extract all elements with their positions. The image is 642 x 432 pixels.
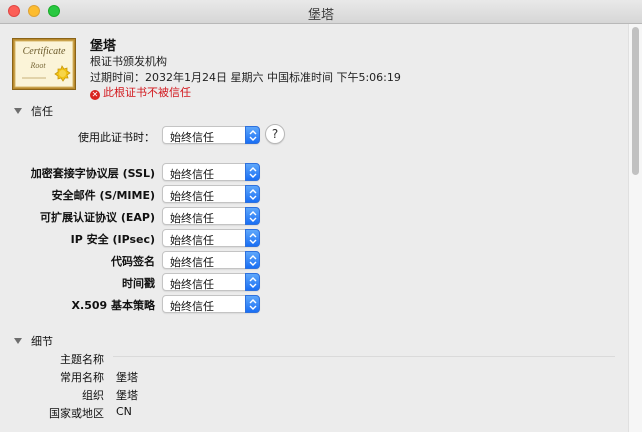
updown-chevron-icon xyxy=(245,207,260,225)
detail-value-common-name: 堡塔 xyxy=(116,371,138,384)
policy-label-timestamp: 时间戳 xyxy=(122,277,155,290)
updown-chevron-icon xyxy=(245,273,260,291)
policy-label-smime: 安全邮件 (S/MIME) xyxy=(51,189,155,202)
use-certificate-popup[interactable]: 始终信任 xyxy=(162,126,260,144)
policy-popup-code-signing[interactable]: 始终信任 xyxy=(162,251,260,269)
certificate-icon-subtitle: Root xyxy=(29,61,46,70)
popup-value: 始终信任 xyxy=(170,212,214,225)
detail-label-country: 国家或地区 xyxy=(49,407,104,420)
details-section-title: 细节 xyxy=(31,335,53,348)
policy-popup-ssl[interactable]: 始终信任 xyxy=(162,163,260,181)
trust-section-toggle[interactable]: 信任 xyxy=(14,103,53,119)
popup-value: 始终信任 xyxy=(170,168,214,181)
certificate-name: 堡塔 xyxy=(90,39,117,54)
detail-label-organization: 组织 xyxy=(82,389,104,402)
scrollbar-thumb[interactable] xyxy=(632,27,639,175)
popup-value: 始终信任 xyxy=(170,131,214,144)
use-certificate-label: 使用此证书时： xyxy=(78,131,155,144)
x-circle-icon: ✕ xyxy=(90,90,100,100)
policy-label-eap: 可扩展认证协议 (EAP) xyxy=(40,211,155,224)
untrusted-warning: ✕ 此根证书不被信任 xyxy=(90,84,191,100)
policy-label-ipsec: IP 安全 (IPsec) xyxy=(70,233,155,246)
updown-chevron-icon xyxy=(245,229,260,247)
policy-label-code-signing: 代码签名 xyxy=(111,255,155,268)
updown-chevron-icon xyxy=(245,163,260,181)
certificate-content: Certificate Root 堡塔 根证书颁发机构 过期时间：2032年1月… xyxy=(0,24,628,432)
vertical-scrollbar[interactable] xyxy=(628,24,642,432)
disclosure-triangle-icon[interactable] xyxy=(14,108,22,114)
policy-popup-eap[interactable]: 始终信任 xyxy=(162,207,260,225)
policy-label-x509: X.509 基本策略 xyxy=(71,299,155,312)
title-bar: 堡塔 xyxy=(0,0,642,24)
certificate-type: 根证书颁发机构 xyxy=(90,55,167,68)
detail-value-country: CN xyxy=(116,405,132,418)
policy-label-ssl: 加密套接字协议层 (SSL) xyxy=(30,167,155,180)
popup-value: 始终信任 xyxy=(170,190,214,203)
popup-value: 始终信任 xyxy=(170,278,214,291)
popup-value: 始终信任 xyxy=(170,256,214,269)
subject-name-header: 主题名称 xyxy=(60,353,104,366)
certificate-icon: Certificate Root xyxy=(12,38,76,90)
updown-chevron-icon xyxy=(245,251,260,269)
window-title: 堡塔 xyxy=(307,8,334,23)
policy-popup-x509[interactable]: 始终信任 xyxy=(162,295,260,313)
popup-value: 始终信任 xyxy=(170,234,214,247)
policy-popup-smime[interactable]: 始终信任 xyxy=(162,185,260,203)
updown-chevron-icon xyxy=(245,295,260,313)
policy-popup-ipsec[interactable]: 始终信任 xyxy=(162,229,260,247)
updown-chevron-icon xyxy=(245,185,260,203)
help-button[interactable]: ? xyxy=(265,124,285,144)
detail-value-organization: 堡塔 xyxy=(116,389,138,402)
detail-label-common-name: 常用名称 xyxy=(60,371,104,384)
certificate-expiry: 过期时间：2032年1月24日 星期六 中国标准时间 下午5:06:19 xyxy=(90,71,401,84)
details-section-toggle[interactable]: 细节 xyxy=(14,333,53,349)
policy-popup-timestamp[interactable]: 始终信任 xyxy=(162,273,260,291)
certificate-icon-title: Certificate xyxy=(23,46,66,57)
disclosure-triangle-icon[interactable] xyxy=(14,338,22,344)
updown-chevron-icon xyxy=(245,126,260,144)
popup-value: 始终信任 xyxy=(170,300,214,313)
untrusted-warning-text: 此根证书不被信任 xyxy=(103,86,191,99)
trust-section-title: 信任 xyxy=(31,105,53,118)
divider xyxy=(113,356,615,357)
